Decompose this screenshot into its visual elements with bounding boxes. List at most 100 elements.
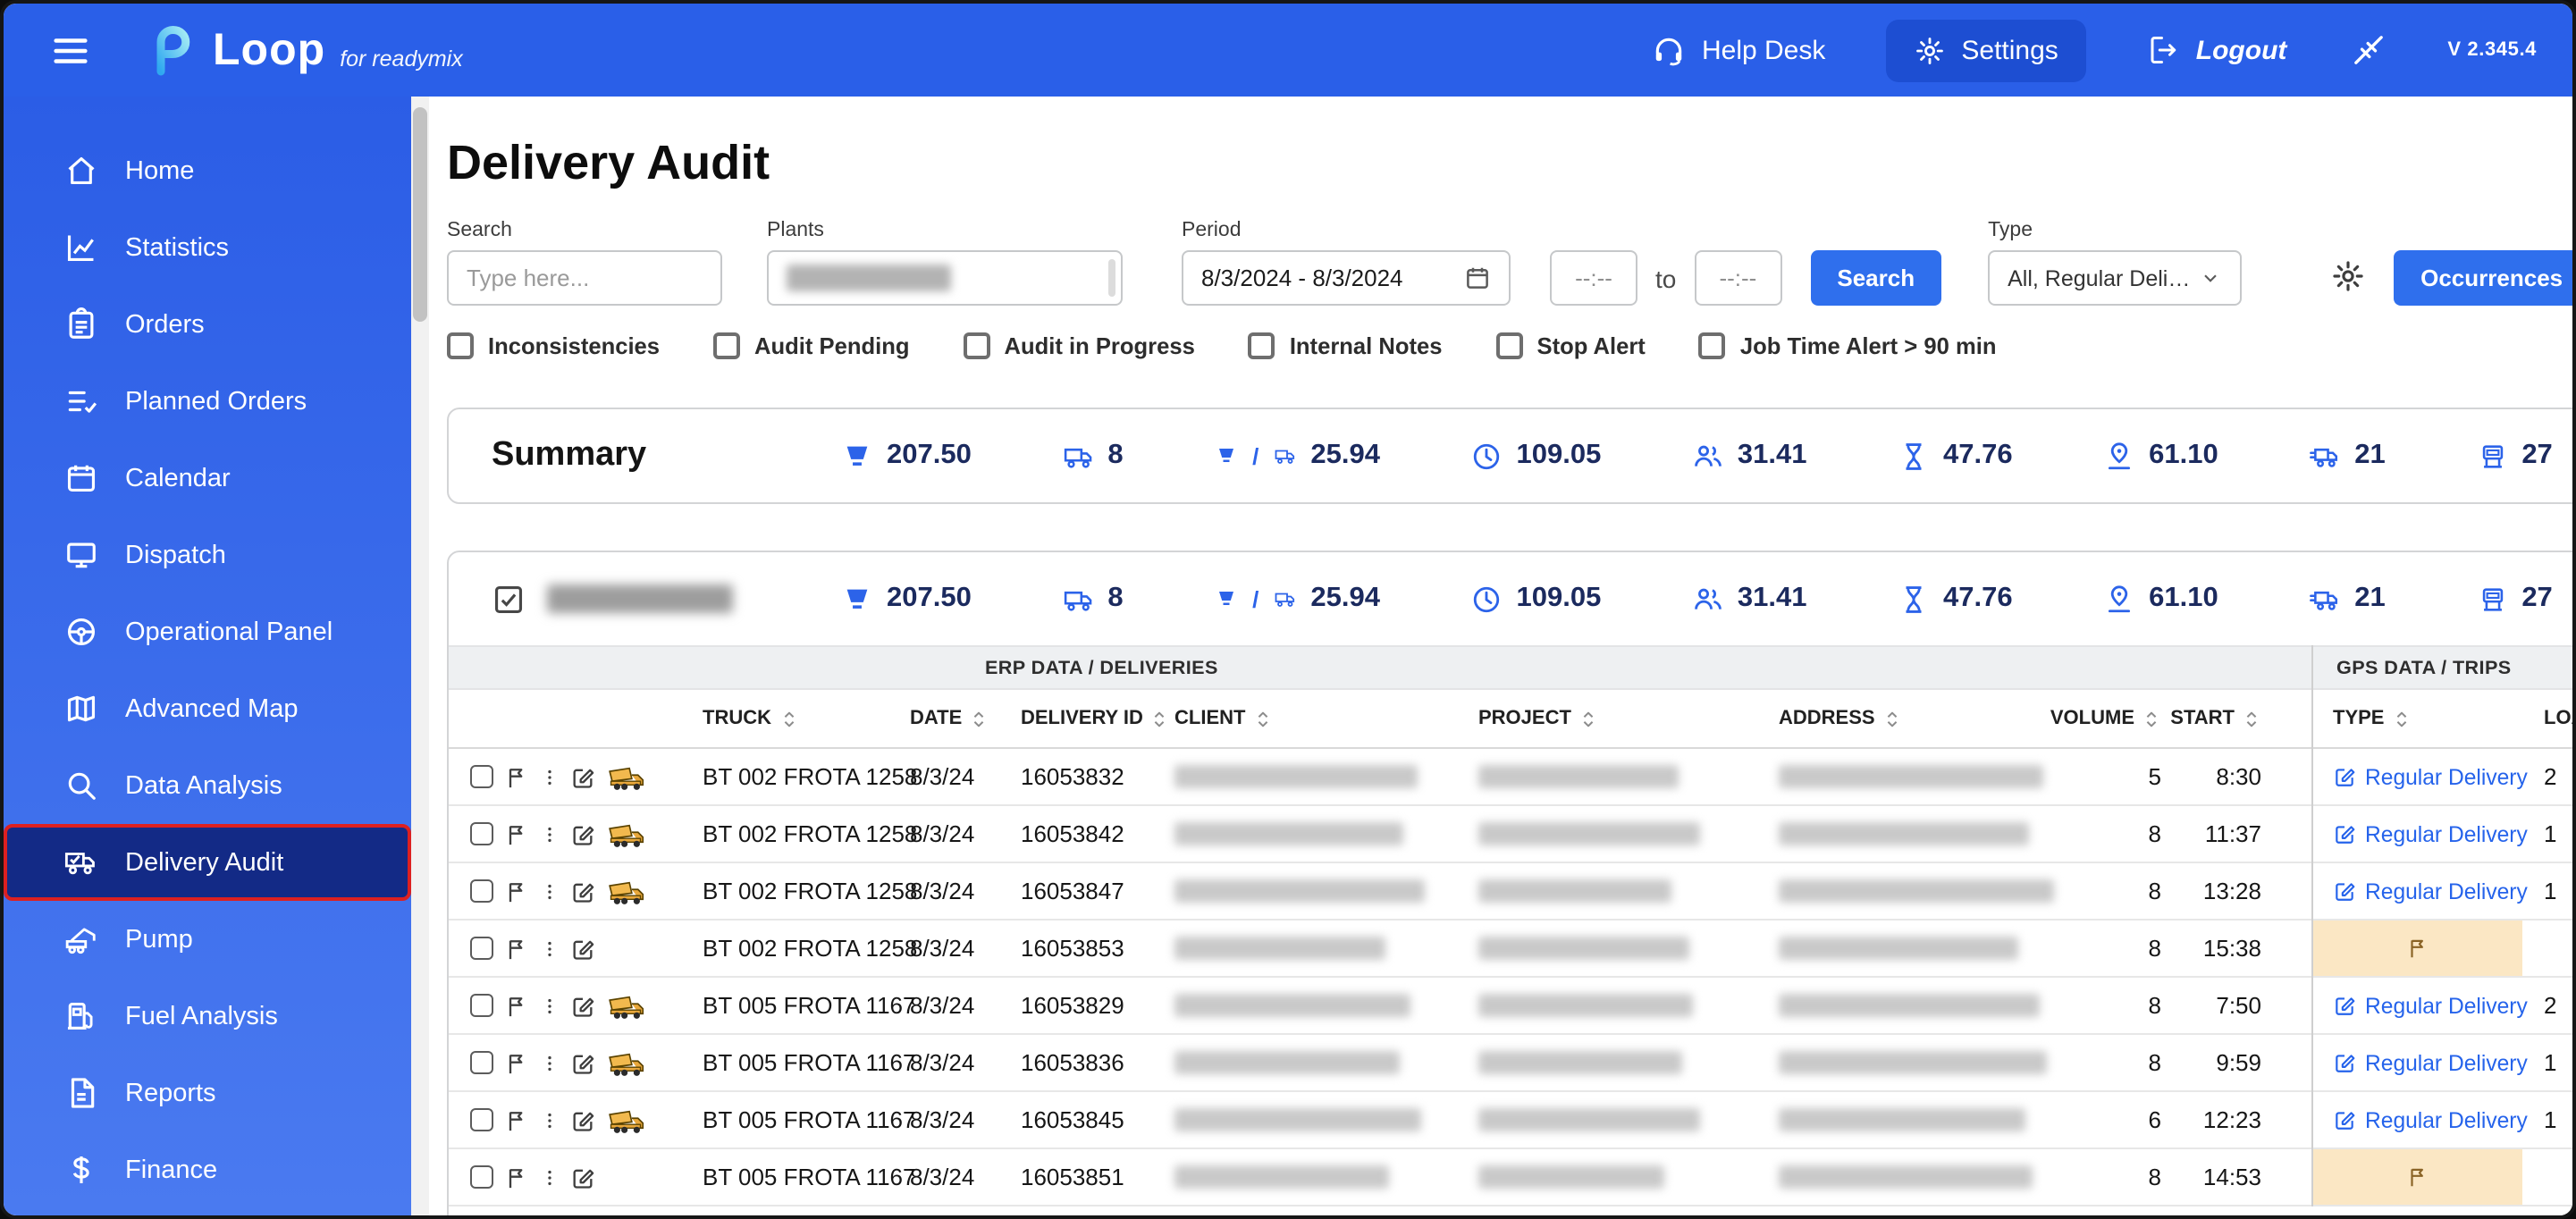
sort-icon[interactable] [779,709,798,728]
sidebar-item-delivery-audit[interactable]: Delivery Audit [4,824,411,901]
mixer-truck-icon[interactable] [606,762,645,791]
row-checkbox[interactable] [470,879,493,903]
search-input[interactable] [447,250,722,306]
column-header-truck[interactable]: TRUCK [681,690,892,747]
kebab-menu-icon[interactable] [540,764,560,789]
edit-icon[interactable] [570,936,595,961]
kebab-menu-icon[interactable] [540,1164,560,1190]
checkbox-box[interactable] [963,332,990,359]
sort-icon[interactable] [1252,709,1272,728]
occurrences-button[interactable]: Occurrences [2394,250,2572,306]
flag-icon[interactable] [504,993,529,1018]
mixer-truck-icon[interactable] [606,877,645,905]
flag-icon[interactable] [504,1164,529,1190]
sidebar-item-advanced-map[interactable]: Advanced Map [4,670,411,747]
row-checkbox[interactable] [470,1108,493,1131]
edit-icon[interactable] [2333,822,2356,845]
kebab-menu-icon[interactable] [540,936,560,961]
edit-icon[interactable] [2333,1051,2356,1074]
table-settings-gear-icon[interactable] [2331,259,2365,293]
edit-icon[interactable] [2333,1108,2356,1131]
time-from-input[interactable]: --:-- [1550,250,1637,306]
sort-icon[interactable] [969,709,989,728]
menu-button[interactable] [50,29,91,71]
flag-icon[interactable] [504,936,529,961]
sort-icon[interactable] [2142,709,2161,728]
sort-icon[interactable] [1882,709,1902,728]
filter-checkbox-stop-alert[interactable]: Stop Alert [1495,332,1646,359]
time-to-input[interactable]: --:-- [1694,250,1782,306]
type-select[interactable]: All, Regular Delivery, ... [1988,250,2243,306]
column-header-date[interactable]: DATE [892,690,1006,747]
search-button[interactable]: Search [1810,250,1942,306]
row-checkbox[interactable] [470,1165,493,1189]
row-checkbox[interactable] [470,937,493,960]
sidebar-item-home[interactable]: Home [4,132,411,209]
sidebar-item-calendar[interactable]: Calendar [4,440,411,517]
delivery-type-link[interactable]: Regular Delivery [2365,993,2528,1018]
disconnect-icon[interactable] [2351,32,2387,68]
edit-icon[interactable] [570,993,595,1018]
row-checkbox[interactable] [470,994,493,1017]
edit-icon[interactable] [570,764,595,789]
brand[interactable]: Loop for readymix [145,23,463,77]
select-all-checkbox-icon[interactable] [492,582,526,616]
flag-icon[interactable] [504,1107,529,1132]
filter-checkbox-job-time-alert-90-min[interactable]: Job Time Alert > 90 min [1698,332,1996,359]
calendar-icon[interactable] [1464,265,1491,291]
filter-checkbox-internal-notes[interactable]: Internal Notes [1248,332,1443,359]
column-header-client[interactable]: CLIENT [1171,690,1475,747]
kebab-menu-icon[interactable] [540,1050,560,1075]
sidebar-item-operational-panel[interactable]: Operational Panel [4,593,411,670]
mixer-truck-icon[interactable] [606,820,645,848]
settings-button[interactable]: Settings [1886,19,2087,81]
flag-icon[interactable] [504,821,529,846]
plants-select[interactable] [767,250,1123,306]
column-header-start[interactable]: START [2170,690,2311,747]
sort-icon[interactable] [1578,709,1598,728]
sort-icon[interactable] [1150,709,1170,728]
edit-icon[interactable] [570,1164,595,1190]
flag-icon[interactable] [504,1050,529,1075]
row-checkbox[interactable] [470,822,493,845]
kebab-menu-icon[interactable] [540,821,560,846]
sidebar-item-data-analysis[interactable]: Data Analysis [4,747,411,824]
flag-icon[interactable] [504,764,529,789]
row-checkbox[interactable] [470,1051,493,1074]
delivery-type-link[interactable]: Regular Delivery [2365,764,2528,789]
sidebar-item-finance[interactable]: Finance [4,1131,411,1208]
trip-alert-cell[interactable] [2311,921,2522,976]
mixer-truck-icon[interactable] [606,1106,645,1134]
checkbox-box[interactable] [1495,332,1523,359]
sidebar-item-planned-orders[interactable]: Planned Orders [4,363,411,440]
filter-checkbox-audit-pending[interactable]: Audit Pending [713,332,910,359]
delivery-type-link[interactable]: Regular Delivery [2365,879,2528,904]
delivery-type-link[interactable]: Regular Delivery [2365,1050,2528,1075]
filter-checkbox-audit-in-progress[interactable]: Audit in Progress [963,332,1195,359]
mixer-truck-icon[interactable] [606,991,645,1020]
delivery-type-link[interactable]: Regular Delivery [2365,1107,2528,1132]
sidebar-item-pump[interactable]: Pump [4,901,411,978]
period-input[interactable]: 8/3/2024 - 8/3/2024 [1182,250,1511,306]
column-header-project[interactable]: PROJECT [1475,690,1775,747]
edit-icon[interactable] [2333,765,2356,788]
checkbox-box[interactable] [1248,332,1275,359]
checkbox-box[interactable] [1698,332,1726,359]
column-header-volume[interactable]: VOLUME [2050,690,2183,747]
sidebar-item-statistics[interactable]: Statistics [4,209,411,286]
sort-icon[interactable] [2242,709,2261,728]
column-header-type[interactable]: TYPE [2311,690,2522,747]
column-header-address[interactable]: ADDRESS [1775,690,2083,747]
logout-button[interactable]: Logout [2148,34,2286,66]
sidebar-item-orders[interactable]: Orders [4,286,411,363]
column-header-delivery-id[interactable]: DELIVERY ID [1006,690,1171,747]
kebab-menu-icon[interactable] [540,879,560,904]
sort-icon[interactable] [2391,709,2411,728]
scrollbar-thumb[interactable] [413,107,427,322]
trip-alert-cell[interactable] [2311,1149,2522,1205]
sidebar-item-fuel-analysis[interactable]: Fuel Analysis [4,978,411,1055]
kebab-menu-icon[interactable] [540,993,560,1018]
sidebar-item-reports[interactable]: Reports [4,1055,411,1131]
column-header-loading[interactable]: LOADING [2522,690,2572,747]
edit-icon[interactable] [570,1050,595,1075]
